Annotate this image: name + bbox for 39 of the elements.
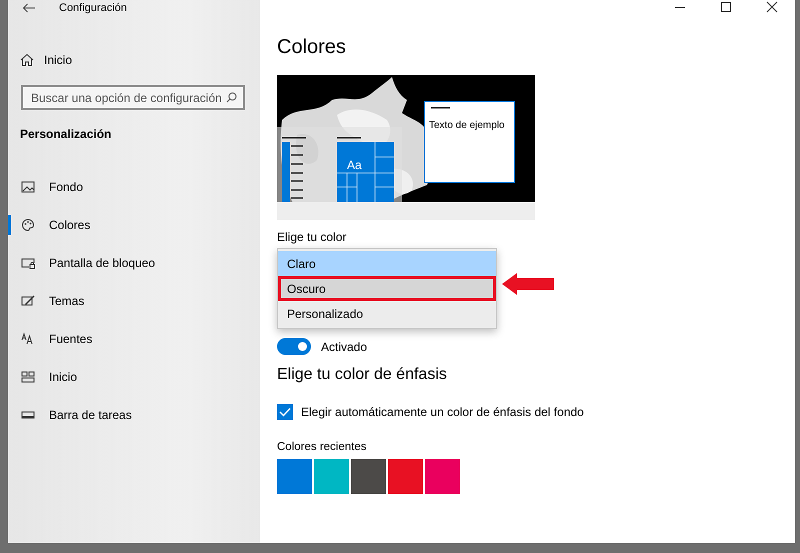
window-title: Configuración — [59, 2, 127, 14]
recent-colors-label: Colores recientes — [277, 441, 368, 453]
tile-label: Aa — [347, 158, 362, 172]
pointer-arrow — [501, 272, 555, 296]
picture-icon — [21, 180, 35, 194]
color-swatch[interactable] — [351, 459, 386, 494]
checkbox[interactable] — [277, 404, 293, 420]
checkbox-label: Elegir automáticamente un color de énfasis del fondo — [301, 405, 584, 419]
color-swatch[interactable] — [277, 459, 312, 494]
dropdown-option[interactable]: Oscuro — [278, 276, 496, 301]
palette-icon — [21, 218, 35, 232]
sidebar-item[interactable]: Barra de tareas — [8, 405, 132, 425]
sidebar-item[interactable]: Fuentes — [8, 329, 92, 349]
dropdown-option[interactable]: Claro — [278, 251, 496, 276]
sidebar-item[interactable]: Temas — [8, 291, 84, 311]
search-icon — [226, 92, 237, 103]
sidebar-item[interactable]: Inicio — [8, 367, 78, 387]
page-title: Colores — [277, 35, 347, 59]
section-heading: Elige tu color de énfasis — [277, 365, 448, 385]
section-heading: Personalización — [20, 127, 112, 141]
color-swatch[interactable] — [388, 459, 423, 494]
home-link[interactable]: Inicio — [20, 49, 260, 71]
toggle-switch[interactable] — [277, 338, 311, 355]
dropdown-label: Elige tu color — [277, 230, 348, 246]
lock-screen-icon — [21, 256, 35, 270]
color-swatch[interactable] — [314, 459, 349, 494]
sidebar-item[interactable]: Colores — [8, 215, 90, 235]
sidebar-item[interactable]: Fondo — [8, 177, 84, 197]
back-arrow-icon[interactable] — [22, 3, 36, 13]
dropdown-option[interactable]: Personalizado — [278, 301, 496, 326]
sidebar-item[interactable]: Pantalla de bloqueo — [8, 253, 156, 273]
toggle-label: Activado — [321, 340, 368, 354]
search-field[interactable]: Buscar una opción de configuración — [21, 85, 245, 110]
tiles-icon — [21, 370, 35, 384]
font-icon — [21, 332, 35, 346]
home-icon — [20, 53, 34, 67]
sample-text: Texto de ejemplo — [429, 120, 505, 131]
brush-icon — [21, 294, 35, 308]
color-swatch[interactable] — [425, 459, 460, 494]
